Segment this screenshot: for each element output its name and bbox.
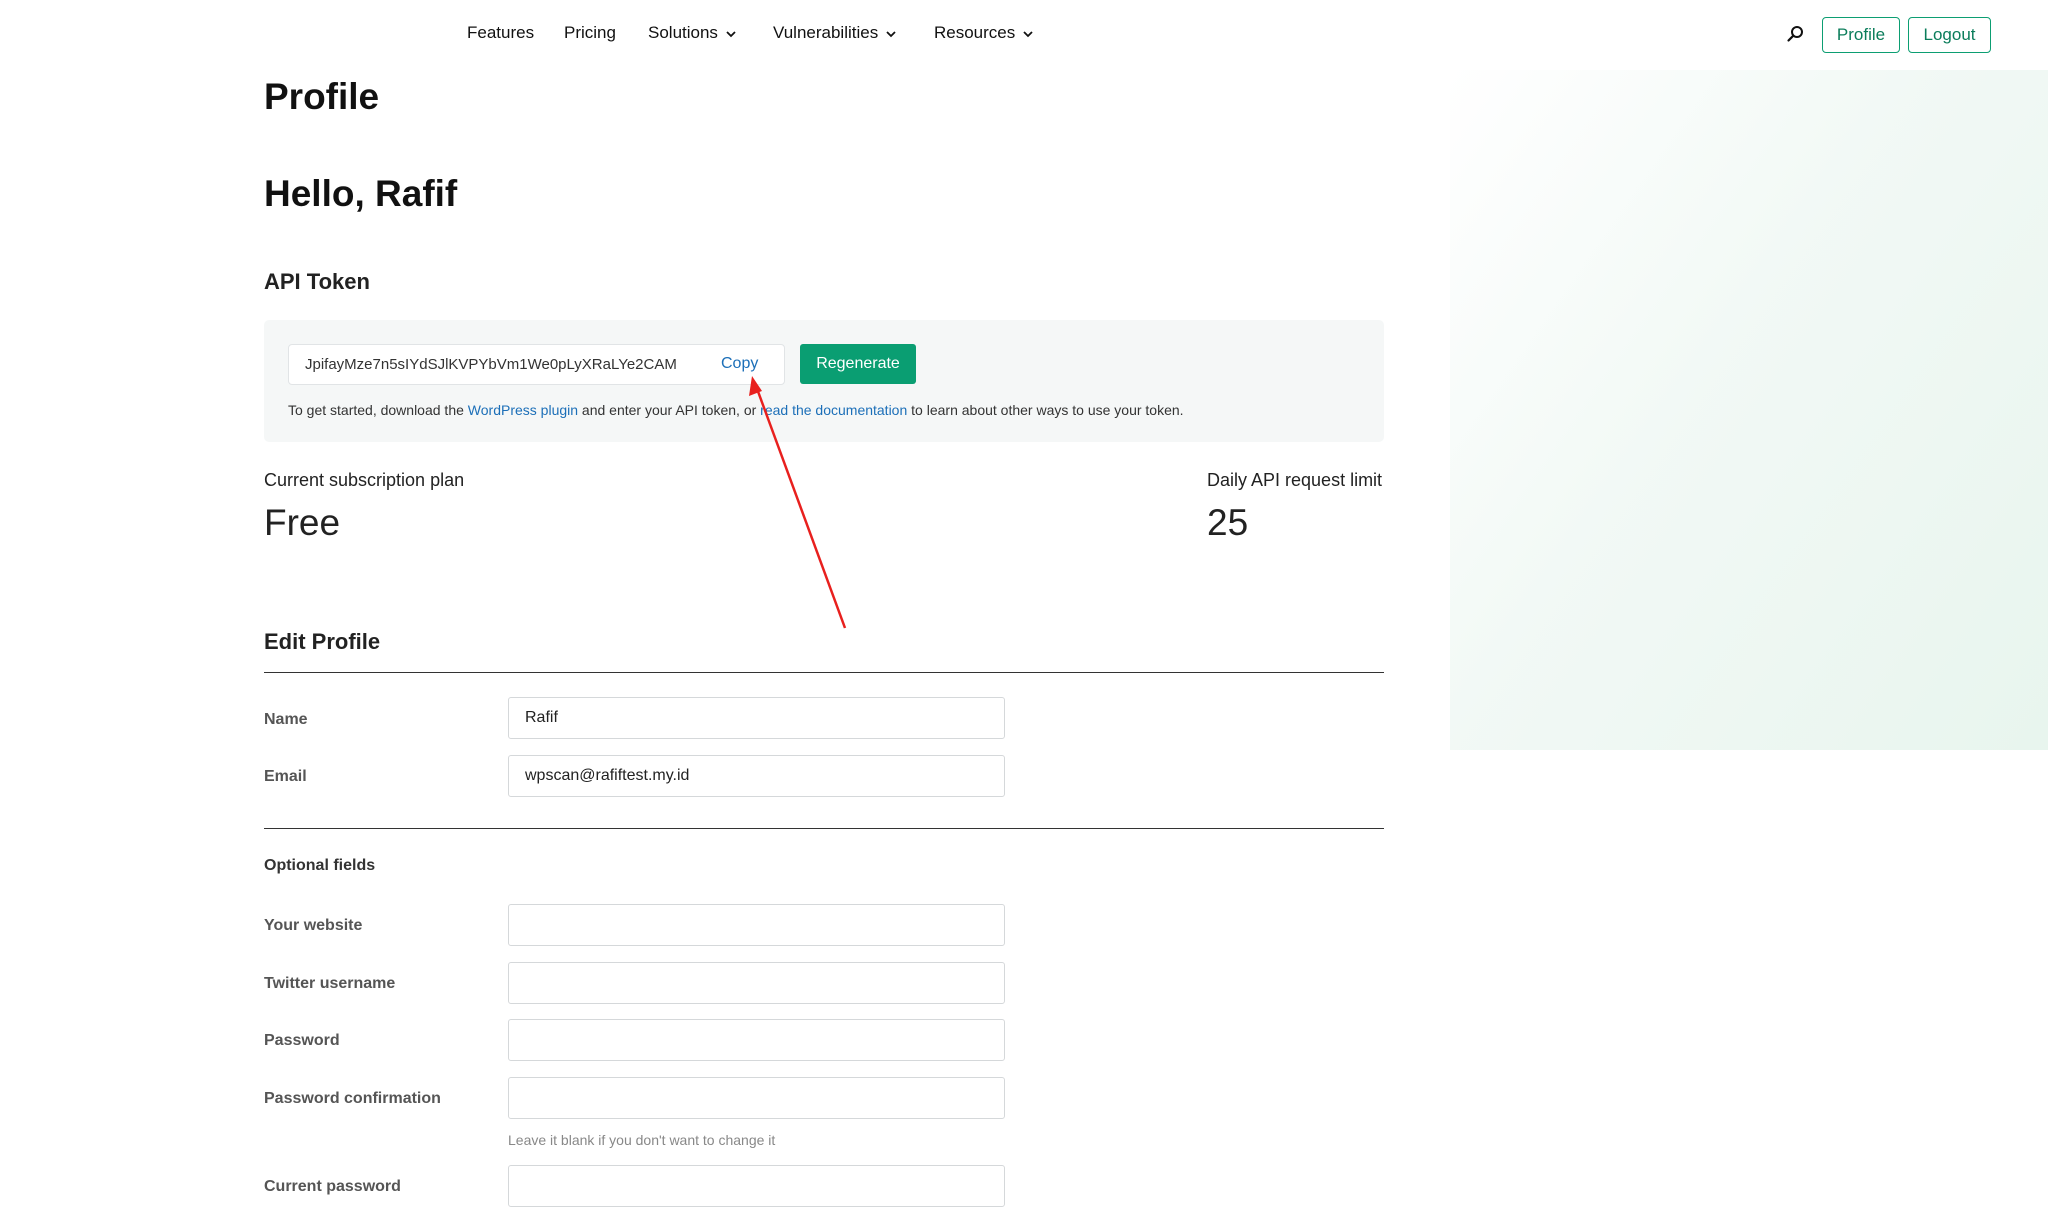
copy-token-button[interactable]: Copy xyxy=(721,355,758,373)
api-token-value[interactable]: JpifayMze7n5sIYdSJlKVPYbVm1We0pLyXRaLYe2… xyxy=(305,356,715,373)
api-limit-label: Daily API request limit xyxy=(1207,470,1383,490)
chevron-down-icon xyxy=(726,31,736,38)
nav-pricing-label: Pricing xyxy=(564,23,616,42)
twitter-label: Twitter username xyxy=(264,975,396,992)
help-text-prefix: To get started, download the xyxy=(288,402,468,418)
password-input[interactable] xyxy=(508,1019,1005,1061)
website-input[interactable] xyxy=(508,904,1005,946)
nav-vulnerabilities-label: Vulnerabilities xyxy=(773,23,879,42)
password-hint: Leave it blank if you don't want to chan… xyxy=(508,1132,776,1148)
help-text-suffix: to learn about other ways to use your to… xyxy=(907,402,1184,418)
chevron-down-icon xyxy=(886,31,896,38)
api-limit-value: 25 xyxy=(1207,502,1249,543)
subscription-plan-label: Current subscription plan xyxy=(264,470,465,490)
logout-button-label: Logout xyxy=(1923,25,1976,44)
email-label: Email xyxy=(264,768,307,785)
nav-solutions-label: Solutions xyxy=(648,23,718,42)
profile-button[interactable]: Profile xyxy=(1822,17,1900,53)
regenerate-button-label: Regenerate xyxy=(816,355,900,372)
api-token-panel: JpifayMze7n5sIYdSJlKVPYbVm1We0pLyXRaLYe2… xyxy=(264,320,1384,442)
edit-profile-heading: Edit Profile xyxy=(264,629,381,654)
twitter-input[interactable] xyxy=(508,962,1005,1004)
api-token-field[interactable]: JpifayMze7n5sIYdSJlKVPYbVm1We0pLyXRaLYe2… xyxy=(288,344,785,385)
nav-pricing[interactable]: Pricing xyxy=(564,23,616,43)
section-divider xyxy=(264,672,1384,673)
section-divider xyxy=(264,828,1384,829)
api-token-heading: API Token xyxy=(264,269,370,294)
nav-resources[interactable]: Resources xyxy=(934,23,1034,43)
chevron-down-icon xyxy=(1023,31,1033,38)
password-confirmation-input[interactable] xyxy=(508,1077,1005,1119)
nav-solutions[interactable]: Solutions xyxy=(648,23,737,43)
wordpress-plugin-link[interactable]: WordPress plugin xyxy=(468,402,578,418)
password-confirmation-label: Password confirmation xyxy=(264,1090,441,1107)
website-label: Your website xyxy=(264,917,363,934)
search-icon[interactable] xyxy=(1786,24,1806,44)
nav-features[interactable]: Features xyxy=(467,23,534,43)
nav-vulnerabilities[interactable]: Vulnerabilities xyxy=(773,23,897,43)
page-title: Profile xyxy=(264,76,380,117)
nav-features-label: Features xyxy=(467,23,535,42)
email-input[interactable] xyxy=(508,755,1005,797)
subscription-plan-value: Free xyxy=(264,502,341,543)
profile-page: Features Pricing Solutions Vulnerabiliti… xyxy=(0,0,2048,1225)
background-gradient xyxy=(1450,70,2048,750)
greeting-heading: Hello, Rafif xyxy=(264,173,458,214)
current-password-label: Current password xyxy=(264,1178,401,1195)
optional-fields-heading: Optional fields xyxy=(264,857,376,874)
nav-resources-label: Resources xyxy=(934,23,1016,42)
regenerate-token-button[interactable]: Regenerate xyxy=(800,344,916,384)
help-text-middle: and enter your API token, or xyxy=(578,402,761,418)
current-password-input[interactable] xyxy=(508,1165,1005,1207)
api-token-help-text: To get started, download the WordPress p… xyxy=(288,402,1184,418)
password-label: Password xyxy=(264,1032,340,1049)
name-label: Name xyxy=(264,711,308,728)
profile-button-label: Profile xyxy=(1836,25,1886,44)
logout-button[interactable]: Logout xyxy=(1908,17,1991,53)
documentation-link[interactable]: read the documentation xyxy=(760,402,907,418)
top-navigation: Features Pricing Solutions Vulnerabiliti… xyxy=(0,0,2048,68)
name-input[interactable] xyxy=(508,697,1005,739)
